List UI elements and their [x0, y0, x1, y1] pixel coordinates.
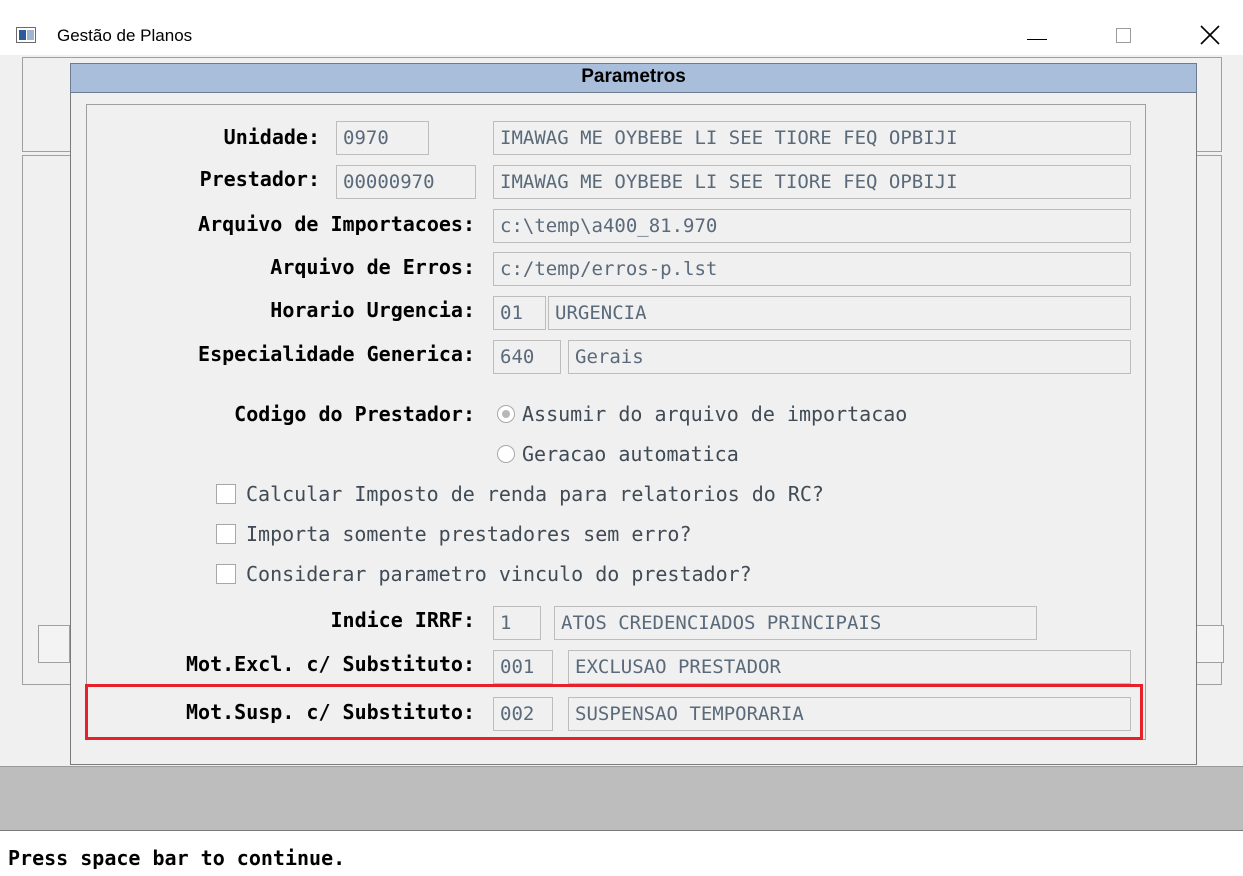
checkbox-importa-somente[interactable] — [216, 524, 236, 544]
background-button-right — [1196, 625, 1224, 663]
radio-assumir-label: Assumir do arquivo de importacao — [522, 402, 908, 426]
radio-assumir[interactable] — [497, 405, 515, 423]
unidade-label: Unidade: — [223, 125, 320, 149]
especialidade-generica-label: Especialidade Generica: — [198, 342, 475, 366]
indice-irrf-code-field[interactable]: 1 — [493, 606, 541, 640]
mot-excl-label: Mot.Excl. c/ Substituto: — [186, 652, 475, 676]
unidade-code-field[interactable]: 0970 — [336, 121, 429, 155]
status-message: Press space bar to continue. — [8, 846, 346, 870]
horario-urgencia-label: Horario Urgencia: — [270, 298, 475, 322]
minimize-button[interactable] — [1020, 0, 1076, 55]
especialidade-code-field[interactable]: 640 — [493, 340, 561, 374]
prestador-label: Prestador: — [199, 167, 320, 191]
checkbox-considerar-parametro[interactable] — [216, 564, 236, 584]
unidade-desc-field: IMAWAG ME OYBEBE LI SEE TIORE FEQ OPBIJI — [493, 121, 1131, 155]
arquivo-erros-label: Arquivo de Erros: — [270, 255, 475, 279]
radio-geracao[interactable] — [497, 445, 515, 463]
indice-irrf-desc-field: ATOS CREDENCIADOS PRINCIPAIS — [554, 606, 1037, 640]
checkbox-importa-somente-label: Importa somente prestadores sem erro? — [246, 522, 692, 546]
mot-excl-desc-field: EXCLUSAO PRESTADOR — [568, 650, 1131, 684]
arquivo-importacoes-label: Arquivo de Importacoes: — [198, 212, 475, 236]
arquivo-erros-field[interactable]: c:/temp/erros-p.lst — [493, 252, 1131, 286]
close-icon — [1200, 25, 1220, 45]
horario-urgencia-code-field[interactable]: 01 — [493, 296, 546, 330]
window-title: Gestão de Planos — [57, 26, 193, 45]
maximize-button[interactable] — [1100, 0, 1156, 55]
indice-irrf-label: Indice IRRF: — [330, 608, 476, 632]
arquivo-importacoes-field[interactable]: c:\temp\a400_81.970 — [493, 209, 1131, 243]
app-icon — [16, 27, 36, 43]
horario-urgencia-desc-field: URGENCIA — [548, 296, 1131, 330]
highlight-box — [85, 684, 1143, 740]
checkbox-considerar-parametro-label: Considerar parametro vinculo do prestado… — [246, 562, 752, 586]
close-button[interactable] — [1187, 0, 1243, 55]
checkbox-calcular-imposto[interactable] — [216, 484, 236, 504]
mot-excl-code-field[interactable]: 001 — [493, 650, 553, 684]
background-button-left — [38, 625, 70, 663]
checkbox-calcular-imposto-label: Calcular Imposto de renda para relatorio… — [246, 482, 824, 506]
codigo-prestador-label: Codigo do Prestador: — [234, 402, 475, 426]
gray-separator-bar — [0, 766, 1243, 830]
prestador-desc-field: IMAWAG ME OYBEBE LI SEE TIORE FEQ OPBIJI — [493, 165, 1131, 199]
dialog-title: Parametros — [581, 66, 686, 87]
especialidade-desc-field: Gerais — [568, 340, 1131, 374]
prestador-code-field[interactable]: 00000970 — [336, 165, 476, 199]
radio-geracao-label: Geracao automatica — [522, 442, 739, 466]
